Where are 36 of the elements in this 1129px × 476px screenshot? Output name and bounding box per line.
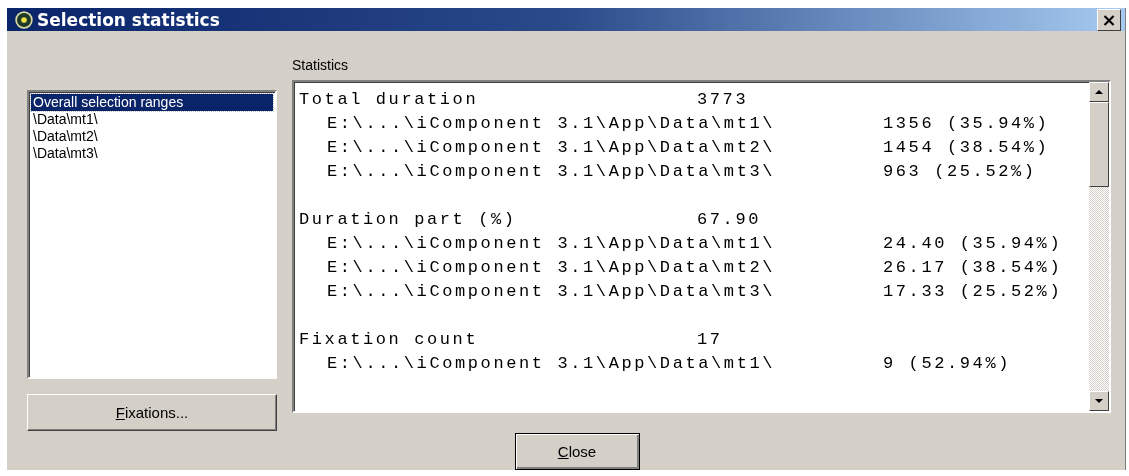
data-path: E:\...\iComponent 3.1\App\Data\mt3\ [327, 161, 777, 181]
statistics-label: Statistics [292, 57, 349, 75]
data-path: E:\...\iComponent 3.1\App\Data\mt2\ [327, 257, 777, 277]
statistic-total: 67.90 [697, 209, 761, 229]
statistic-value: 963 (25.52%) [883, 161, 1037, 181]
statistic-label: Fixation count [299, 329, 480, 349]
range-item[interactable]: Overall selection ranges [31, 94, 273, 111]
statistic-total: 3773 [697, 89, 749, 109]
data-path: E:\...\iComponent 3.1\App\Data\mt1\ [327, 113, 777, 133]
statistic-value: 26.17 (38.54%) [883, 257, 1063, 277]
range-item[interactable]: \Data\mt3\ [31, 145, 273, 162]
data-path: E:\...\iComponent 3.1\App\Data\mt1\ [327, 233, 777, 253]
statistic-value: 9 (52.94%) [883, 353, 1012, 373]
scroll-thumb[interactable] [1089, 102, 1109, 187]
scrollbar[interactable] [1089, 82, 1109, 411]
close-button[interactable]: × [1097, 8, 1121, 31]
statistic-value: 1454 (38.54%) [883, 137, 1050, 157]
down-arrow-icon [1095, 399, 1103, 403]
data-path: E:\...\iComponent 3.1\App\Data\mt3\ [327, 281, 777, 301]
statistic-label: Total duration [299, 89, 480, 109]
range-item[interactable]: \Data\mt1\ [31, 111, 273, 128]
fixations-button[interactable]: Fixations... [27, 394, 277, 431]
close-dialog-button[interactable]: Close [514, 433, 640, 470]
up-arrow-icon [1095, 90, 1103, 94]
scroll-up-button[interactable] [1089, 82, 1109, 102]
statistic-value: 17.33 (25.52%) [883, 281, 1063, 301]
window-title: Selection statistics [37, 9, 221, 30]
range-item[interactable]: \Data\mt2\ [31, 128, 273, 145]
data-path: E:\...\iComponent 3.1\App\Data\mt2\ [327, 137, 777, 157]
scroll-down-button[interactable] [1089, 391, 1109, 411]
statistic-value: 24.40 (35.94%) [883, 233, 1063, 253]
statistic-value: 1356 (35.94%) [883, 113, 1050, 133]
app-icon [15, 10, 33, 29]
statistic-label: Duration part (%) [299, 209, 518, 229]
statistic-total: 17 [697, 329, 723, 349]
data-path: E:\...\iComponent 3.1\App\Data\mt1\ [327, 353, 777, 373]
